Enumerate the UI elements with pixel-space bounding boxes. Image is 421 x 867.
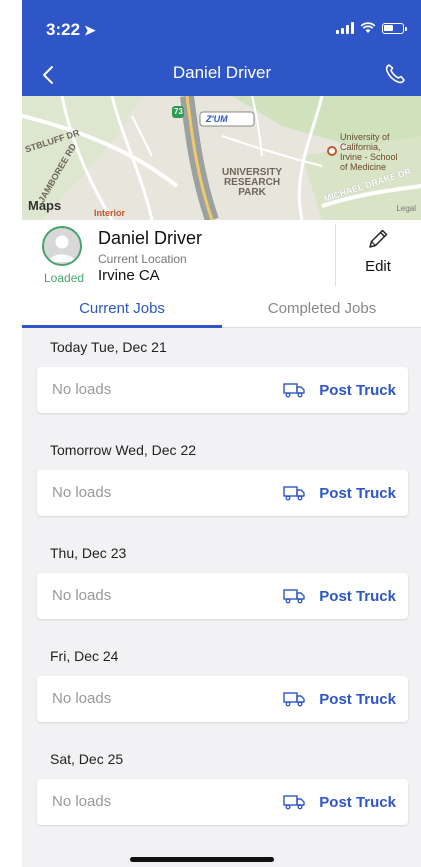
header: 3:22 ➤ Daniel Driver bbox=[22, 0, 421, 96]
battery-icon bbox=[382, 22, 407, 34]
day-label: Today Tue, Dec 21 bbox=[50, 339, 167, 355]
jobs-tabs: Current Jobs Completed Jobs bbox=[22, 290, 421, 328]
maps-logo-text: Maps bbox=[28, 198, 62, 213]
phone-icon[interactable] bbox=[380, 59, 410, 89]
divider bbox=[335, 224, 336, 286]
map-legal-link[interactable]: Legal bbox=[396, 204, 416, 213]
truck-icon bbox=[283, 383, 305, 398]
apple-maps-logo: Maps bbox=[28, 198, 61, 213]
driver-name: Daniel Driver bbox=[98, 228, 203, 248]
active-tab-indicator bbox=[22, 325, 222, 328]
status-icons bbox=[336, 22, 407, 34]
no-loads-text: No loads bbox=[52, 587, 112, 604]
wifi-icon bbox=[360, 22, 376, 33]
post-truck-button[interactable]: Post Truck bbox=[283, 376, 396, 404]
day-card: No loads Post Truck bbox=[37, 676, 408, 722]
truck-icon bbox=[283, 795, 305, 810]
person-icon bbox=[49, 235, 75, 262]
day-label: Sat, Dec 25 bbox=[50, 751, 124, 767]
location-arrow-icon: ➤ bbox=[84, 22, 96, 38]
post-truck-label: Post Truck bbox=[319, 484, 396, 502]
day-label: Thu, Dec 23 bbox=[50, 545, 127, 561]
map-label-research-park: UNIVERSITY RESEARCH PARK bbox=[222, 167, 283, 198]
no-loads-text: No loads bbox=[52, 381, 112, 398]
app-screen: 3:22 ➤ Daniel Driver 73 Z'UM STBLUFF DR … bbox=[22, 0, 421, 867]
day-label: Fri, Dec 24 bbox=[50, 648, 119, 664]
post-truck-button[interactable]: Post Truck bbox=[283, 788, 396, 816]
current-location-label: Current Location bbox=[98, 252, 187, 266]
post-truck-label: Post Truck bbox=[319, 690, 396, 708]
truck-icon bbox=[283, 692, 305, 707]
avatar bbox=[42, 226, 82, 266]
driver-card: Loaded Daniel Driver Current Location Ir… bbox=[22, 220, 421, 290]
nav-bar: Daniel Driver bbox=[22, 52, 421, 96]
nav-title: Daniel Driver bbox=[172, 63, 272, 82]
day-card: No loads Post Truck bbox=[37, 573, 408, 619]
no-loads-text: No loads bbox=[52, 793, 112, 810]
edit-label: Edit bbox=[365, 258, 391, 275]
current-location-value: Irvine CA bbox=[98, 267, 160, 284]
post-truck-button[interactable]: Post Truck bbox=[283, 479, 396, 507]
status-time-text: 3:22 bbox=[46, 20, 81, 39]
zum-label: Z'UM bbox=[206, 114, 228, 124]
status-time: 3:22 ➤ bbox=[46, 20, 96, 40]
location-map[interactable]: 73 Z'UM STBLUFF DR JAMBOREE RD UNIVERSIT… bbox=[22, 96, 421, 220]
post-truck-button[interactable]: Post Truck bbox=[283, 685, 396, 713]
truck-icon bbox=[283, 486, 305, 501]
status-bar: 3:22 ➤ bbox=[22, 0, 421, 50]
map-label-interior: Interior bbox=[94, 208, 126, 218]
status-badge: Loaded bbox=[44, 271, 85, 285]
highway-shield: 73 bbox=[174, 107, 183, 116]
day-card: No loads Post Truck bbox=[37, 779, 408, 825]
no-loads-text: No loads bbox=[52, 690, 112, 707]
edit-button[interactable]: Edit bbox=[352, 226, 404, 284]
post-truck-label: Post Truck bbox=[319, 793, 396, 811]
map-label-uci: University of California, Irvine - Schoo… bbox=[340, 132, 398, 172]
tab-completed-jobs[interactable]: Completed Jobs bbox=[222, 290, 421, 328]
signal-icon bbox=[336, 22, 354, 34]
post-truck-label: Post Truck bbox=[319, 587, 396, 605]
no-loads-text: No loads bbox=[52, 484, 112, 501]
day-card: No loads Post Truck bbox=[37, 470, 408, 516]
post-truck-label: Post Truck bbox=[319, 381, 396, 399]
truck-icon bbox=[283, 589, 305, 604]
day-card: No loads Post Truck bbox=[37, 367, 408, 413]
tab-current-jobs[interactable]: Current Jobs bbox=[22, 290, 222, 328]
post-truck-button[interactable]: Post Truck bbox=[283, 582, 396, 610]
day-label: Tomorrow Wed, Dec 22 bbox=[50, 442, 197, 458]
pencil-icon bbox=[369, 229, 388, 248]
home-indicator[interactable] bbox=[130, 857, 274, 862]
